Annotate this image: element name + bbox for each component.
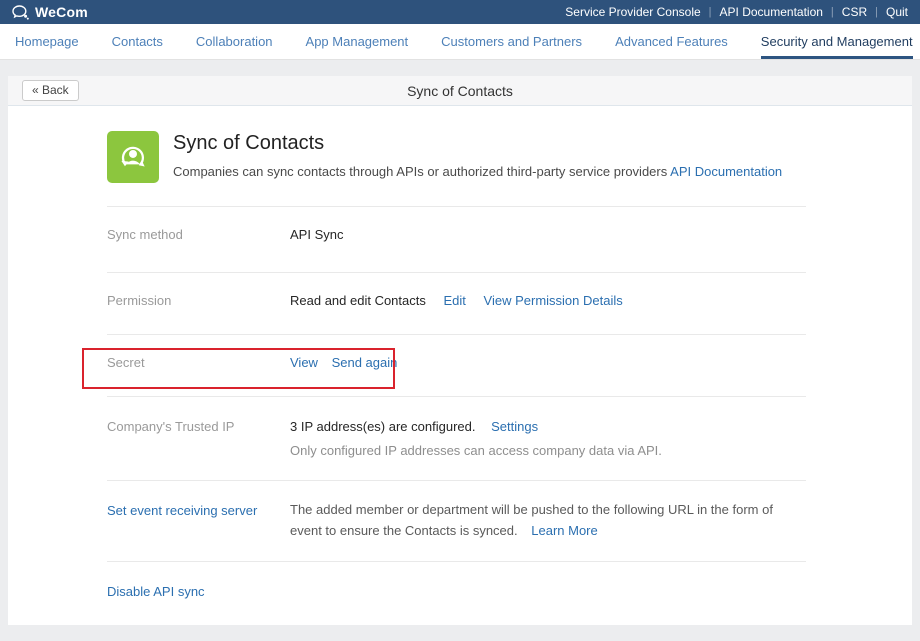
hero-text: Sync of Contacts Companies can sync cont… bbox=[173, 131, 782, 206]
permission-label: Permission bbox=[107, 293, 290, 334]
chat-bubble-icon bbox=[12, 5, 29, 20]
trusted-ip-note: Only configured IP addresses can access … bbox=[290, 443, 662, 458]
content-panel: « Back Sync of Contacts Sync of Contacts bbox=[8, 76, 912, 625]
secret-links: View Send again bbox=[290, 355, 397, 396]
permission-value-group: Read and edit Contacts Edit View Permiss… bbox=[290, 293, 623, 334]
back-button[interactable]: « Back bbox=[22, 80, 79, 101]
wecom-logo: WeCom bbox=[12, 4, 88, 20]
set-event-server-link[interactable]: Set event receiving server bbox=[107, 503, 290, 561]
nav-item-homepage[interactable]: Homepage bbox=[15, 24, 79, 59]
topbar-link-csr[interactable]: CSR bbox=[842, 5, 867, 19]
page-header-title: Sync of Contacts bbox=[8, 76, 912, 106]
nav-item-customers-and-partners[interactable]: Customers and Partners bbox=[441, 24, 582, 59]
nav-item-collaboration[interactable]: Collaboration bbox=[196, 24, 273, 59]
separator: | bbox=[875, 6, 878, 18]
nav-item-app-management[interactable]: App Management bbox=[306, 24, 409, 59]
view-permission-details-link[interactable]: View Permission Details bbox=[484, 293, 623, 308]
page-title: Sync of Contacts bbox=[173, 132, 782, 155]
permission-edit-link[interactable]: Edit bbox=[444, 293, 466, 308]
hero-section: Sync of Contacts Companies can sync cont… bbox=[107, 106, 806, 207]
secret-view-link[interactable]: View bbox=[290, 355, 318, 370]
page-header-bar: « Back Sync of Contacts bbox=[8, 76, 912, 106]
learn-more-link[interactable]: Learn More bbox=[531, 523, 597, 538]
nav-item-security-and-management[interactable]: Security and Management bbox=[761, 24, 913, 59]
secret-label: Secret bbox=[107, 355, 290, 396]
separator: | bbox=[831, 6, 834, 18]
topbar-link-service-provider-console[interactable]: Service Provider Console bbox=[565, 5, 700, 19]
page-subtitle: Companies can sync contacts through APIs… bbox=[173, 164, 782, 179]
permission-value: Read and edit Contacts bbox=[290, 293, 426, 308]
separator: | bbox=[709, 6, 712, 18]
sync-method-value: API Sync bbox=[290, 227, 343, 272]
api-documentation-link[interactable]: API Documentation bbox=[670, 164, 782, 179]
event-server-description: The added member or department will be p… bbox=[290, 500, 795, 561]
trusted-ip-settings-link[interactable]: Settings bbox=[491, 419, 538, 434]
disable-api-sync-link[interactable]: Disable API sync bbox=[107, 584, 290, 641]
trusted-ip-value-group: 3 IP address(es) are configured. Setting… bbox=[290, 419, 662, 480]
topbar-link-quit[interactable]: Quit bbox=[886, 5, 908, 19]
trusted-ip-value: 3 IP address(es) are configured. bbox=[290, 419, 475, 434]
secret-row: Secret View Send again bbox=[107, 335, 806, 397]
sync-contacts-icon bbox=[107, 131, 159, 183]
content: Sync of Contacts Companies can sync cont… bbox=[107, 106, 806, 641]
topbar-links: Service Provider Console | API Documenta… bbox=[565, 5, 908, 19]
brand-name: WeCom bbox=[35, 4, 88, 20]
sync-method-label: Sync method bbox=[107, 227, 290, 272]
topbar-link-api-documentation[interactable]: API Documentation bbox=[720, 5, 823, 19]
permission-row: Permission Read and edit Contacts Edit V… bbox=[107, 273, 806, 335]
trusted-ip-label: Company's Trusted IP bbox=[107, 419, 290, 480]
subtitle-text: Companies can sync contacts through APIs… bbox=[173, 164, 667, 179]
nav-item-contacts[interactable]: Contacts bbox=[112, 24, 163, 59]
main-nav: Homepage Contacts Collaboration App Mana… bbox=[0, 24, 920, 60]
secret-send-again-link[interactable]: Send again bbox=[332, 355, 398, 370]
trusted-ip-row: Company's Trusted IP 3 IP address(es) ar… bbox=[107, 397, 806, 481]
disable-api-sync-row: Disable API sync bbox=[107, 562, 806, 641]
nav-item-advanced-features[interactable]: Advanced Features bbox=[615, 24, 728, 59]
sync-method-row: Sync method API Sync bbox=[107, 207, 806, 273]
event-server-row: Set event receiving server The added mem… bbox=[107, 481, 806, 562]
topbar: WeCom Service Provider Console | API Doc… bbox=[0, 0, 920, 24]
